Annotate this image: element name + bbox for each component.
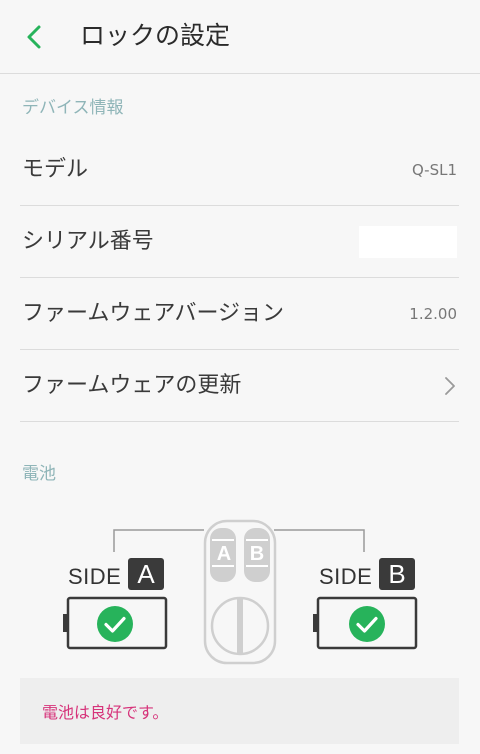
section-label-device-info: デバイス情報 (22, 98, 124, 118)
side-a-badge: A (128, 558, 164, 590)
row-label: モデル (22, 157, 89, 182)
back-chevron-icon[interactable] (18, 20, 52, 54)
section-label-battery: 電池 (22, 464, 56, 484)
battery-status-message-box: 電池は良好です。 (20, 678, 459, 744)
lock-device-icon (203, 519, 277, 665)
battery-diagram: SIDE A SIDE B A B (0, 510, 480, 670)
lock-button-b: B (249, 543, 265, 565)
row-model: モデル Q-SL1 (20, 134, 459, 206)
side-a-label: SIDE (68, 564, 122, 589)
row-value: 1.2.00 (409, 305, 457, 323)
row-firmware-version: ファームウェアバージョン 1.2.00 (20, 278, 459, 350)
row-label: ファームウェアバージョン (22, 301, 285, 326)
row-value: Q-SL1 (411, 161, 457, 179)
battery-status-message: 電池は良好です。 (42, 703, 169, 722)
lock-button-a: A (216, 543, 232, 565)
side-b-badge: B (379, 558, 415, 590)
chevron-right-icon (445, 377, 455, 395)
row-serial: シリアル番号 (20, 206, 459, 278)
check-circle-icon (97, 606, 133, 642)
side-b-label: SIDE (319, 564, 373, 589)
row-label: ファームウェアの更新 (22, 373, 242, 398)
row-label: シリアル番号 (22, 229, 154, 254)
serial-value (359, 226, 457, 258)
page-title: ロックの設定 (80, 21, 231, 50)
header-bar: ロックの設定 (0, 0, 480, 74)
check-circle-icon (349, 606, 385, 642)
row-firmware-update[interactable]: ファームウェアの更新 (20, 350, 459, 422)
